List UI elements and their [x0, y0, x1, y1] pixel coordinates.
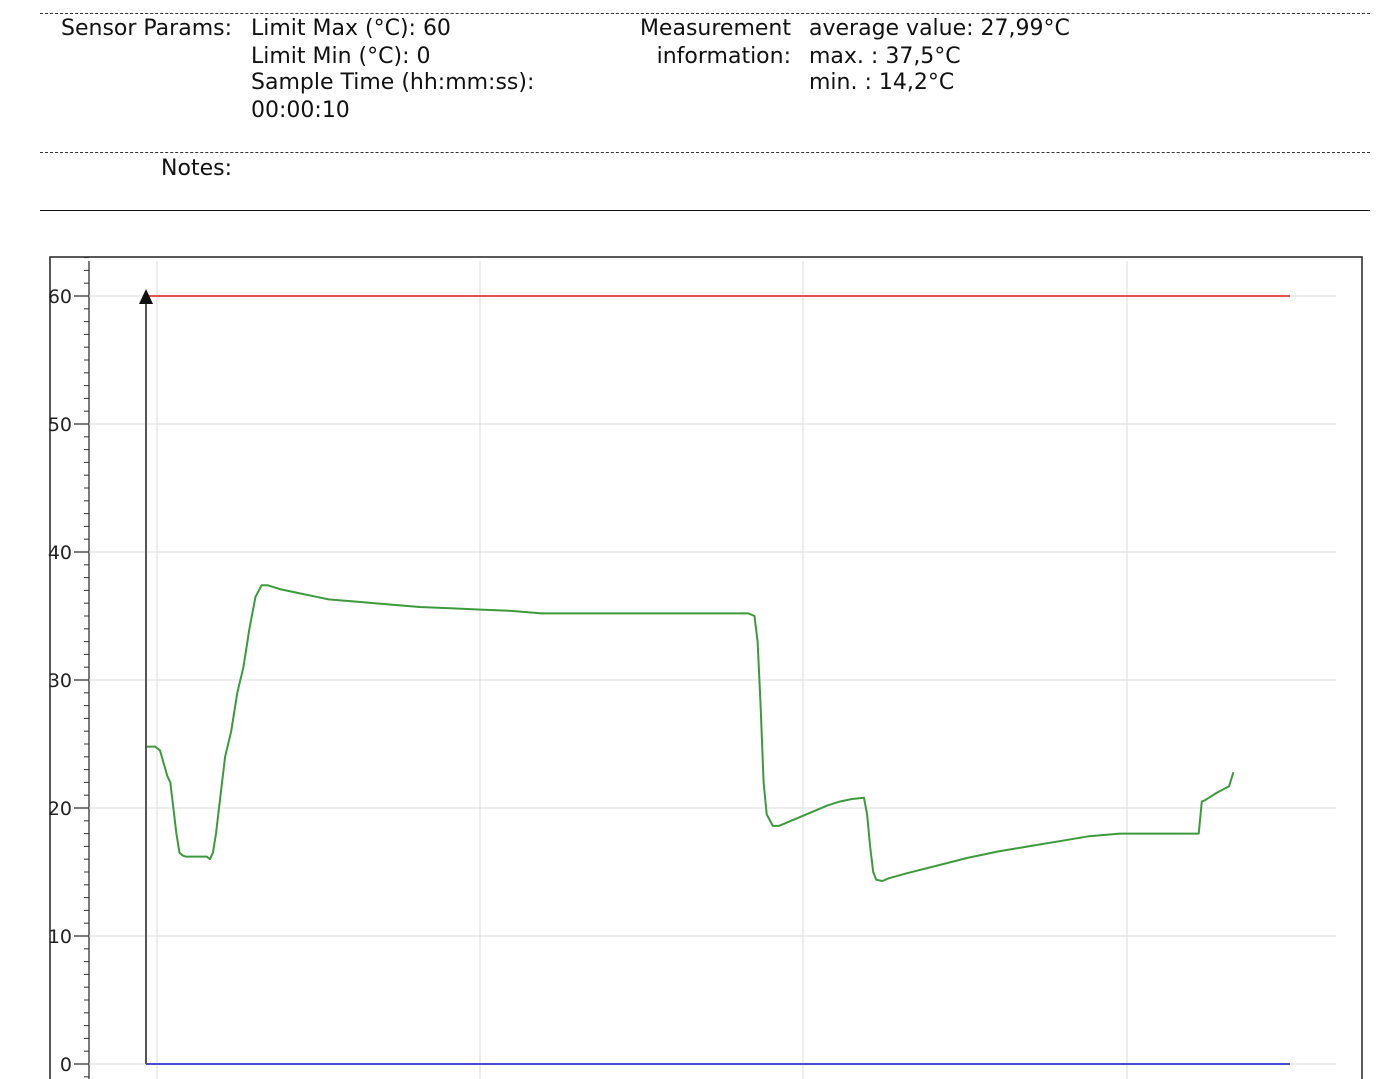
chart-frame	[49, 256, 1363, 1079]
temperature-series-line	[146, 584, 1235, 882]
y-tick-label-10: 10	[48, 926, 72, 948]
y-tick-label-30: 30	[48, 670, 72, 692]
temperature-chart: 0 10 20 30 40 50 60	[48, 256, 1363, 1079]
y-tick-label-40: 40	[48, 542, 72, 564]
y-tick-label-0: 0	[60, 1054, 72, 1076]
y-tick-label-60: 60	[48, 286, 72, 308]
y-tick-label-20: 20	[48, 798, 72, 820]
y-tick-label-50: 50	[48, 414, 72, 436]
